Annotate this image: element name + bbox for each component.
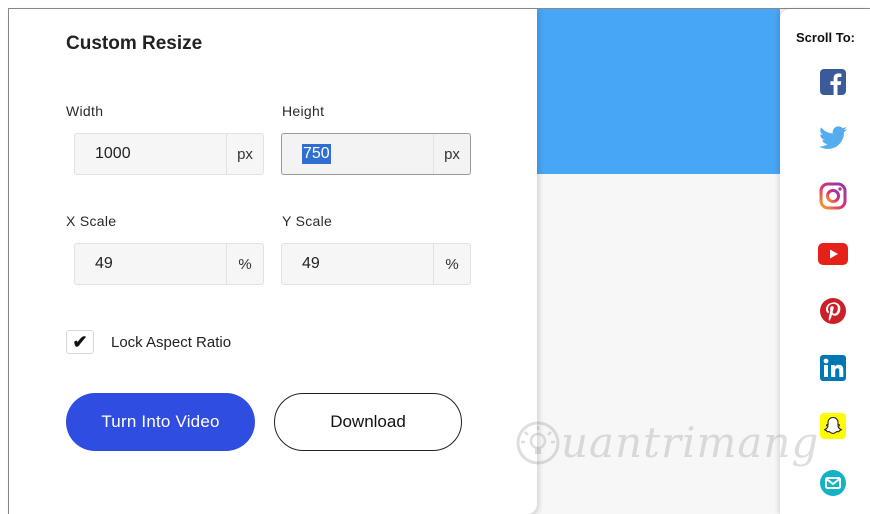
image-preview-banner: [520, 9, 780, 174]
watermark-logo-icon: [516, 421, 560, 464]
snapchat-icon[interactable]: [818, 411, 848, 441]
lock-aspect-ratio-checkbox[interactable]: ✔: [66, 330, 94, 354]
linkedin-icon[interactable]: [818, 353, 848, 383]
lock-aspect-ratio-label[interactable]: Lock Aspect Ratio: [111, 334, 231, 351]
height-value[interactable]: 750: [302, 144, 331, 164]
y-scale-field[interactable]: 49 %: [281, 243, 471, 285]
watermark-text: uantrimang: [561, 418, 820, 467]
x-scale-label: X Scale: [66, 213, 117, 229]
y-scale-unit: %: [433, 244, 470, 284]
youtube-icon[interactable]: [818, 239, 848, 269]
width-label: Width: [66, 103, 104, 119]
width-field[interactable]: 1000 px: [74, 133, 264, 175]
x-scale-value[interactable]: 49: [75, 244, 226, 284]
scroll-to-label: Scroll To:: [796, 30, 855, 45]
panel-title: Custom Resize: [66, 33, 203, 54]
height-field[interactable]: 750 px: [281, 133, 471, 175]
download-button[interactable]: Download: [274, 393, 462, 451]
turn-into-video-button[interactable]: Turn Into Video: [66, 393, 255, 451]
y-scale-value[interactable]: 49: [282, 244, 433, 284]
width-value[interactable]: 1000: [75, 134, 226, 174]
width-unit: px: [226, 134, 263, 174]
height-label: Height: [282, 103, 325, 119]
email-icon[interactable]: [818, 468, 848, 498]
x-scale-field[interactable]: 49 %: [74, 243, 264, 285]
x-scale-unit: %: [226, 244, 263, 284]
twitter-icon[interactable]: [818, 124, 848, 154]
height-unit: px: [433, 134, 470, 174]
lock-aspect-ratio-row[interactable]: ✔ Lock Aspect Ratio: [66, 330, 231, 354]
facebook-icon[interactable]: [818, 67, 848, 97]
y-scale-label: Y Scale: [282, 213, 333, 229]
pinterest-icon[interactable]: [818, 296, 848, 326]
instagram-icon[interactable]: [818, 181, 848, 211]
watermark: uantrimang: [515, 418, 819, 467]
height-value-wrapper[interactable]: 750: [282, 134, 433, 174]
